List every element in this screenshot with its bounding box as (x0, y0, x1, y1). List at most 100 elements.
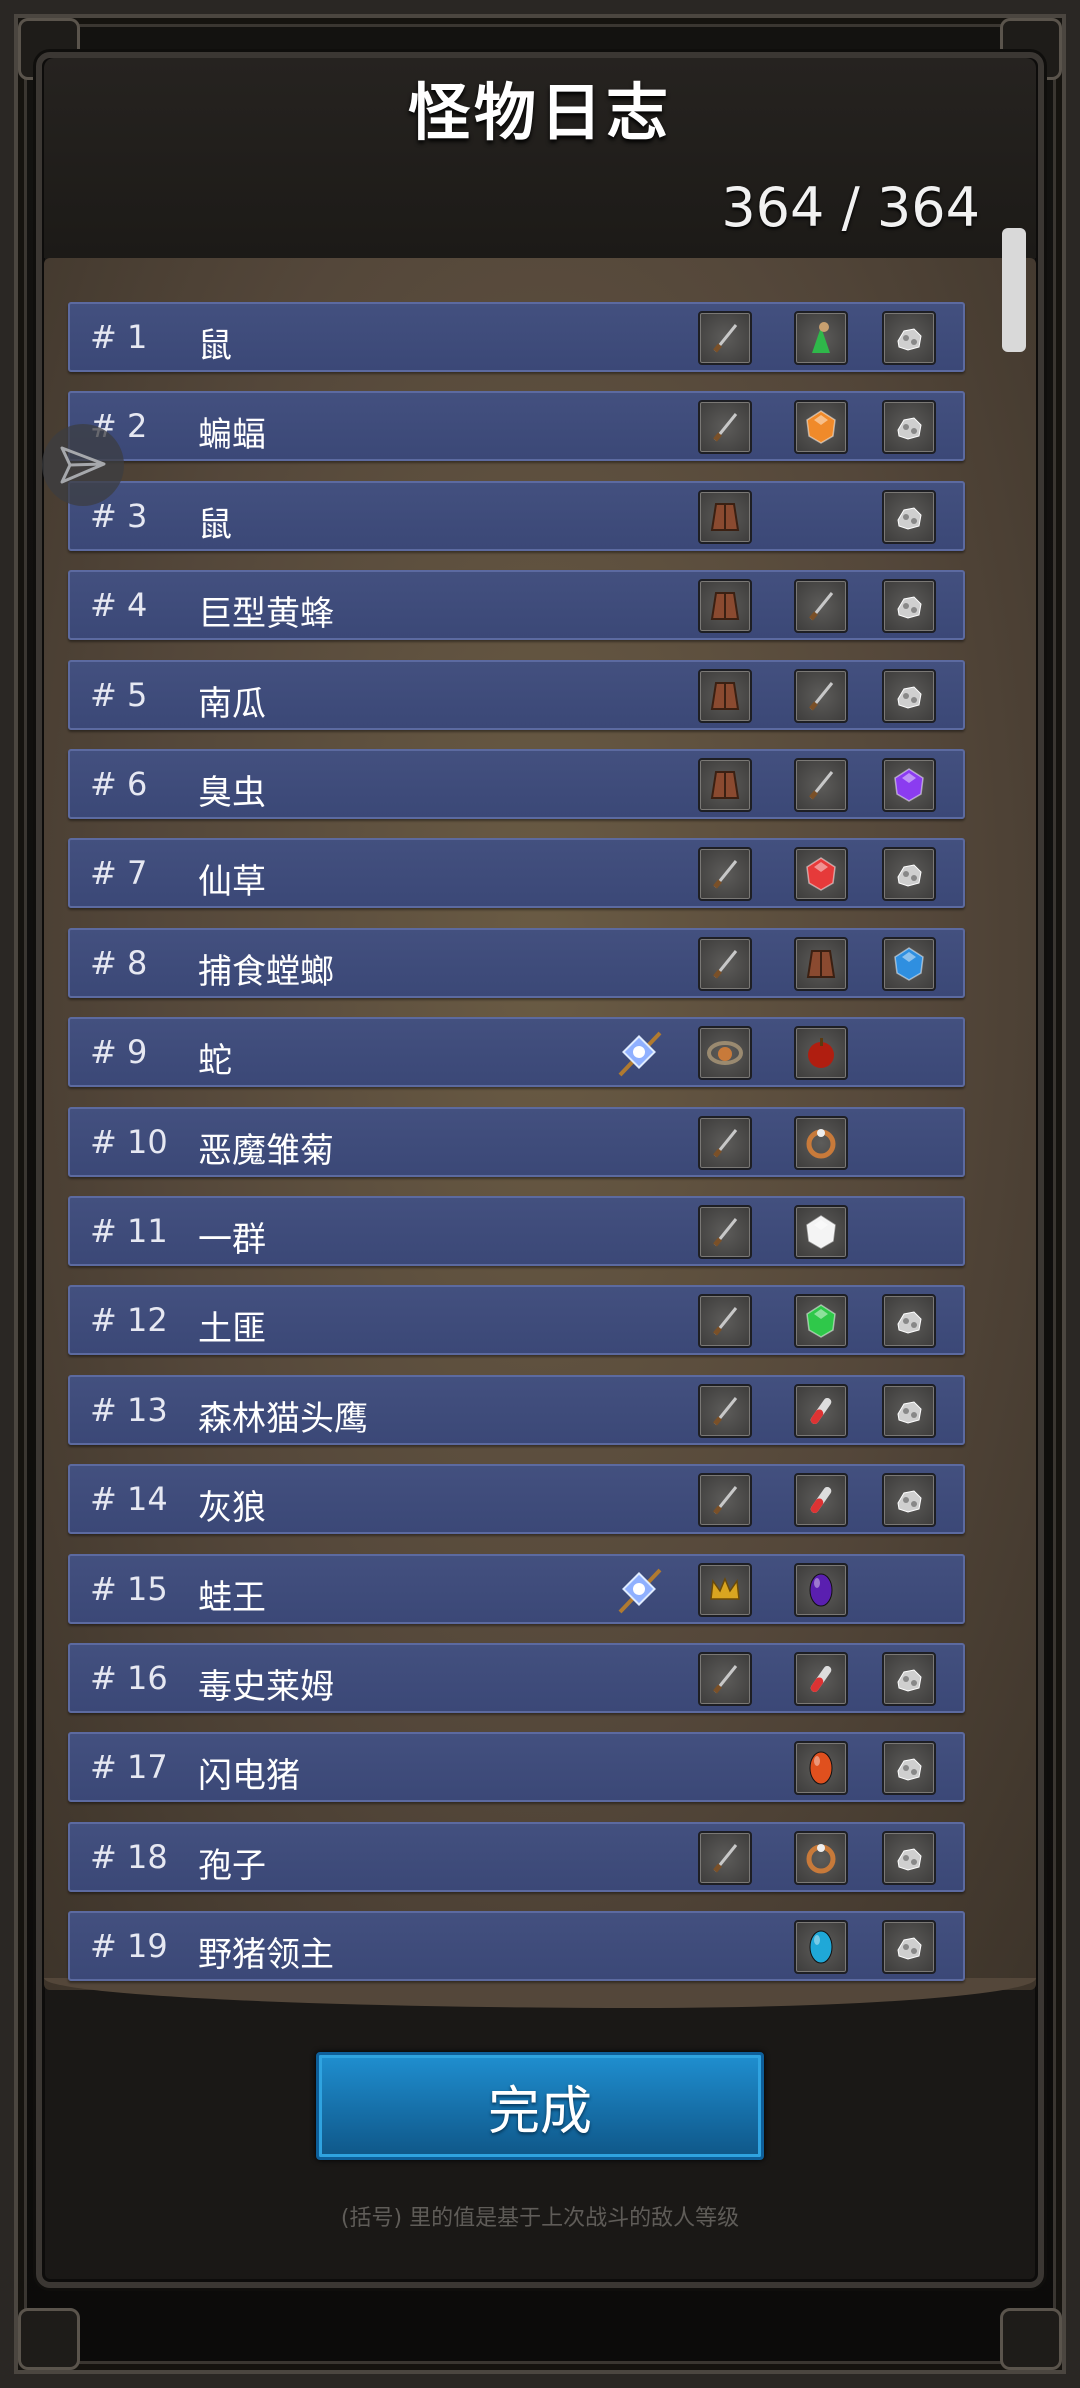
purple-gem-icon[interactable] (882, 758, 936, 812)
discovered-counter: 364 / 364 (721, 176, 980, 239)
blue-gem-icon[interactable] (882, 937, 936, 991)
sickle-icon[interactable] (698, 1652, 752, 1706)
fire-stone-icon[interactable] (794, 1741, 848, 1795)
monster-number: # 18 (90, 1838, 168, 1876)
crown-icon[interactable] (698, 1563, 752, 1617)
monster-number: # 6 (90, 765, 148, 803)
red-potion-icon[interactable] (794, 1384, 848, 1438)
axe-icon[interactable] (698, 1205, 752, 1259)
monster-name: 蝙蝠 (198, 415, 266, 455)
spear-icon[interactable] (698, 1831, 752, 1885)
armor-icon[interactable] (698, 758, 752, 812)
monster-row[interactable]: # 4 巨型黄蜂 (68, 570, 965, 640)
green-gem-icon[interactable] (794, 1294, 848, 1348)
monster-row[interactable]: # 7 仙草 (68, 838, 965, 908)
ore-icon[interactable] (882, 490, 936, 544)
share-button[interactable] (42, 424, 124, 506)
staff-icon[interactable] (698, 1384, 752, 1438)
axe-icon[interactable] (794, 758, 848, 812)
monster-row[interactable]: # 15 蛙王 (68, 1554, 965, 1624)
ore-icon[interactable] (882, 1831, 936, 1885)
red-gem-icon[interactable] (794, 847, 848, 901)
ring-icon[interactable] (794, 1116, 848, 1170)
monster-name: 仙草 (198, 862, 266, 902)
monster-row[interactable]: # 8 捕食螳螂 (68, 928, 965, 998)
scrollbar-thumb[interactable] (1002, 228, 1026, 352)
belt-icon[interactable] (698, 490, 752, 544)
monster-number: # 12 (90, 1301, 168, 1339)
apple-icon[interactable] (794, 1026, 848, 1080)
spear-icon[interactable] (698, 847, 752, 901)
chisel-icon[interactable] (794, 669, 848, 723)
monster-number: # 4 (90, 586, 148, 624)
monster-name: 灰狼 (198, 1488, 266, 1528)
amulet-icon[interactable] (698, 1026, 752, 1080)
monster-number: # 10 (90, 1123, 168, 1161)
monster-row[interactable]: # 12 土匪 (68, 1285, 965, 1355)
monster-number: # 1 (90, 318, 148, 356)
robe-icon[interactable] (698, 669, 752, 723)
orange-gem-icon[interactable] (794, 400, 848, 454)
monster-name: 巨型黄蜂 (198, 594, 334, 634)
monster-number: # 15 (90, 1570, 168, 1608)
monster-row[interactable]: # 2 蝙蝠 (68, 391, 965, 461)
ore-icon[interactable] (882, 579, 936, 633)
monster-name: 闪电猪 (198, 1756, 300, 1796)
monster-name: 捕食螳螂 (198, 952, 334, 992)
ore-icon[interactable] (882, 1741, 936, 1795)
monster-row[interactable]: # 11 一群 (68, 1196, 965, 1266)
monster-name: 臭虫 (198, 773, 266, 813)
ore-icon[interactable] (882, 669, 936, 723)
white-gem-icon[interactable] (794, 1205, 848, 1259)
monster-row[interactable]: # 14 灰狼 (68, 1464, 965, 1534)
monster-number: # 8 (90, 944, 148, 982)
ore-icon[interactable] (882, 1294, 936, 1348)
monster-row[interactable]: # 5 南瓜 (68, 660, 965, 730)
axe-icon[interactable] (698, 1116, 752, 1170)
staff-icon[interactable] (698, 311, 752, 365)
ore-icon[interactable] (882, 1473, 936, 1527)
monster-row[interactable]: # 17 闪电猪 (68, 1732, 965, 1802)
purple-stone-icon[interactable] (794, 1563, 848, 1617)
monster-row[interactable]: # 1 鼠 (68, 302, 965, 372)
monster-row[interactable]: # 16 毒史莱姆 (68, 1643, 965, 1713)
monster-row[interactable]: # 13 森林猫头鹰 (68, 1375, 965, 1445)
ore-icon[interactable] (882, 311, 936, 365)
blue-potion-icon[interactable] (794, 1473, 848, 1527)
monster-row[interactable]: # 3鼠 (68, 481, 965, 551)
rare-drop-icon (612, 1025, 668, 1081)
monster-row[interactable]: # 9 蛇 (68, 1017, 965, 1087)
monster-name: 森林猫头鹰 (198, 1399, 368, 1439)
ore-icon[interactable] (882, 1920, 936, 1974)
aqua-stone-icon[interactable] (794, 1920, 848, 1974)
done-button[interactable]: 完成 (316, 2052, 764, 2160)
mace-icon[interactable] (698, 400, 752, 454)
scythe-icon[interactable] (698, 1473, 752, 1527)
dagger-icon[interactable] (698, 1294, 752, 1348)
purple-potion-icon[interactable] (794, 1652, 848, 1706)
monster-name: 一群 (198, 1220, 266, 1260)
monster-name: 孢子 (198, 1846, 266, 1886)
monster-number: # 14 (90, 1480, 168, 1518)
bracer-icon[interactable] (698, 579, 752, 633)
monster-name: 南瓜 (198, 684, 266, 724)
monster-name: 鼠 (198, 505, 232, 545)
monster-row[interactable]: # 6 臭虫 (68, 749, 965, 819)
copper-ring-icon[interactable] (794, 1831, 848, 1885)
monster-row[interactable]: # 18 孢子 (68, 1822, 965, 1892)
ore-icon[interactable] (882, 847, 936, 901)
monster-row[interactable]: # 10 恶魔雏菊 (68, 1107, 965, 1177)
spear-icon[interactable] (698, 937, 752, 991)
hammer-icon[interactable] (794, 579, 848, 633)
hood-icon[interactable] (794, 937, 848, 991)
monster-number: # 17 (90, 1748, 168, 1786)
monster-name: 恶魔雏菊 (198, 1131, 334, 1171)
monster-number: # 16 (90, 1659, 168, 1697)
ore-icon[interactable] (882, 1384, 936, 1438)
ore-icon[interactable] (882, 400, 936, 454)
monster-number: # 7 (90, 854, 148, 892)
herb-icon[interactable] (794, 311, 848, 365)
scrollbar[interactable] (1002, 228, 1028, 1988)
ore-icon[interactable] (882, 1652, 936, 1706)
monster-row[interactable]: # 19 野猪领主 (68, 1911, 965, 1981)
